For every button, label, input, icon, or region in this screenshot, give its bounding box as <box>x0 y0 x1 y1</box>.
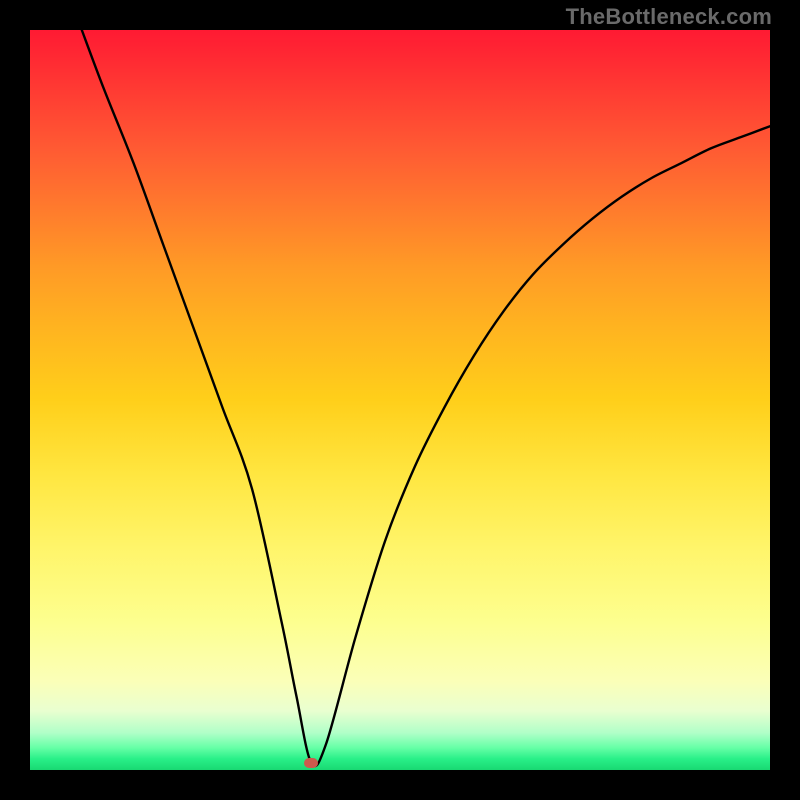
bottleneck-curve <box>30 30 770 770</box>
chart-frame: TheBottleneck.com <box>0 0 800 800</box>
plot-area <box>30 30 770 770</box>
minimum-marker <box>304 758 318 768</box>
watermark-text: TheBottleneck.com <box>566 4 772 30</box>
